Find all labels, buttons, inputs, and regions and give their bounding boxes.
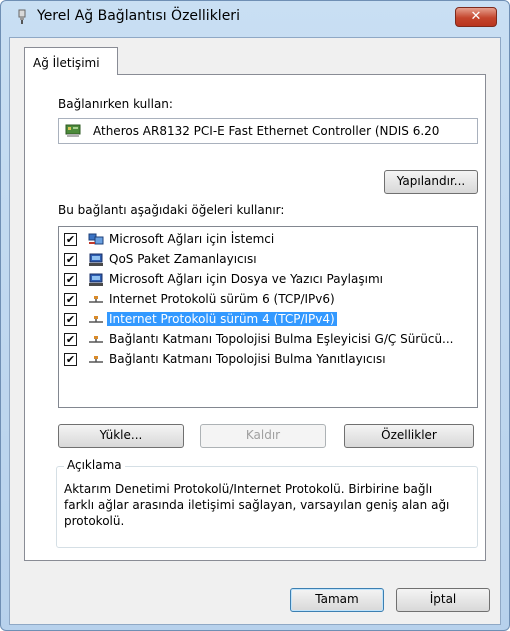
adapter-name: Atheros AR8132 PCI-E Fast Ethernet Contr… xyxy=(93,124,440,138)
list-item[interactable]: ✔ Bağlantı Katmanı Topolojisi Bulma Yanı… xyxy=(59,350,477,370)
tab-networking[interactable]: Ağ İletişimi xyxy=(24,47,118,75)
description-title: Açıklama xyxy=(64,458,125,472)
computer-icon xyxy=(89,273,103,286)
list-item-label: Microsoft Ağları için Dosya ve Yazıcı Pa… xyxy=(109,272,383,286)
list-item[interactable]: ✔ Microsoft Ağları için Dosya ve Yazıcı … xyxy=(59,270,477,290)
properties-button[interactable]: Özellikler xyxy=(344,424,474,448)
protocol-icon xyxy=(89,336,103,343)
list-item-label: QoS Paket Zamanlayıcısı xyxy=(109,252,257,266)
ok-button[interactable]: Tamam xyxy=(290,588,384,612)
checkbox[interactable]: ✔ xyxy=(64,273,77,286)
checkbox[interactable]: ✔ xyxy=(64,233,77,246)
network-adapter-icon xyxy=(18,9,26,24)
cancel-button[interactable]: İptal xyxy=(396,588,490,612)
description-text: Aktarım Denetimi Protokolü/Internet Prot… xyxy=(64,482,450,528)
adapter-field: Atheros AR8132 PCI-E Fast Ethernet Contr… xyxy=(58,118,478,144)
list-item[interactable]: ✔ Internet Protokolü sürüm 6 (TCP/IPv6) xyxy=(59,290,477,310)
connect-using-label: Bağlanırken kullan: xyxy=(58,97,173,111)
components-list[interactable]: ✔ Microsoft Ağları için İstemci ✔ QoS Pa… xyxy=(58,226,478,408)
protocol-icon xyxy=(89,296,103,303)
checkbox[interactable]: ✔ xyxy=(64,313,77,326)
install-button[interactable]: Yükle... xyxy=(58,424,184,448)
list-item-label: Bağlantı Katmanı Topolojisi Bulma Yanıtl… xyxy=(109,352,386,366)
protocol-icon xyxy=(89,316,103,323)
list-item-selected[interactable]: ✔ Internet Protokolü sürüm 4 (TCP/IPv4) xyxy=(59,310,477,330)
list-item-label: Internet Protokolü sürüm 4 (TCP/IPv4) xyxy=(107,312,337,326)
uninstall-button[interactable]: Kaldır xyxy=(200,424,326,448)
list-item[interactable]: ✔ Microsoft Ağları için İstemci xyxy=(59,230,477,250)
window-title: Yerel Ağ Bağlantısı Özellikleri xyxy=(37,8,240,24)
list-item-label: Internet Protokolü sürüm 6 (TCP/IPv6) xyxy=(109,292,335,306)
close-button[interactable]: ✕ xyxy=(455,7,497,27)
configure-button[interactable]: Yapılandır... xyxy=(384,170,478,194)
items-label: Bu bağlantı aşağıdaki öğeleri kullanır: xyxy=(58,203,285,217)
computer-icon xyxy=(89,253,103,266)
checkbox[interactable]: ✔ xyxy=(64,353,77,366)
network-client-icon xyxy=(88,233,104,245)
checkbox[interactable]: ✔ xyxy=(64,253,77,266)
checkbox[interactable]: ✔ xyxy=(64,333,77,346)
title-bar[interactable]: Yerel Ağ Bağlantısı Özellikleri ✕ xyxy=(1,1,509,31)
checkbox[interactable]: ✔ xyxy=(64,293,77,306)
list-item[interactable]: ✔ Bağlantı Katmanı Topolojisi Bulma Eşle… xyxy=(59,330,477,350)
list-item-label: Microsoft Ağları için İstemci xyxy=(109,232,275,246)
list-item[interactable]: ✔ QoS Paket Zamanlayıcısı xyxy=(59,250,477,270)
protocol-icon xyxy=(89,356,103,363)
network-adapter-icon xyxy=(65,124,81,137)
list-item-label: Bağlantı Katmanı Topolojisi Bulma Eşleyi… xyxy=(109,332,454,346)
